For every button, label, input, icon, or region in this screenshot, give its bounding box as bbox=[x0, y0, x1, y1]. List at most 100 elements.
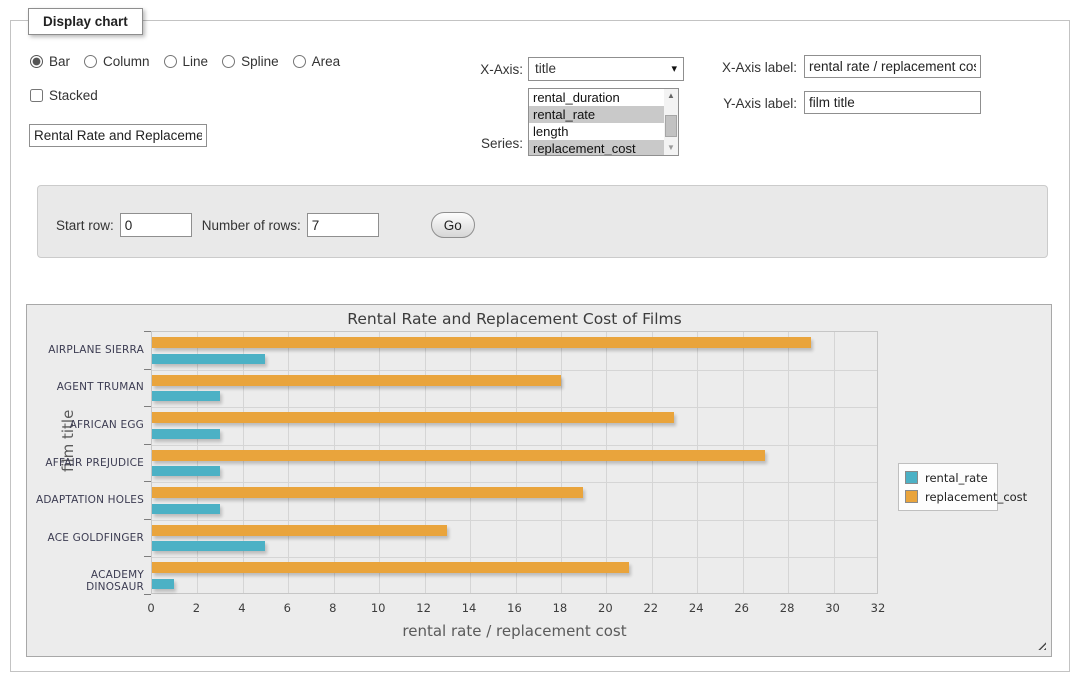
gridline bbox=[152, 370, 877, 371]
x-tick-label: 10 bbox=[358, 601, 398, 615]
gridline bbox=[743, 332, 744, 593]
resize-handle-icon[interactable] bbox=[1035, 639, 1046, 650]
x-tick-label: 6 bbox=[267, 601, 307, 615]
x-axis-label-field-label: X-Axis label: bbox=[702, 60, 797, 75]
gridline bbox=[561, 332, 562, 593]
gridline bbox=[152, 557, 877, 558]
chart-container: Rental Rate and Replacement Cost of Film… bbox=[26, 304, 1052, 657]
series-option-rental_rate[interactable]: rental_rate bbox=[529, 106, 678, 123]
x-tick-label: 30 bbox=[813, 601, 853, 615]
dropdown-arrow-icon: ▾ bbox=[671, 62, 677, 75]
x-tick-label: 32 bbox=[858, 601, 898, 615]
gridline bbox=[288, 332, 289, 593]
chart-type-radio-line[interactable] bbox=[164, 55, 177, 68]
chart-legend: rental_rate replacement_cost bbox=[898, 463, 998, 511]
chart-type-label: Area bbox=[312, 54, 341, 69]
series-option-replacement_cost[interactable]: replacement_cost bbox=[529, 140, 678, 156]
bar-replacement_cost bbox=[152, 450, 765, 461]
y-tick-mark bbox=[144, 331, 151, 332]
stacked-option: Stacked bbox=[30, 88, 98, 103]
chart-type-radio-spline[interactable] bbox=[222, 55, 235, 68]
y-tick-mark bbox=[144, 594, 151, 595]
start-row-label: Start row: bbox=[56, 218, 114, 233]
x-axis-select[interactable]: title ▾ bbox=[528, 57, 684, 81]
bar-rental_rate bbox=[152, 466, 220, 476]
go-button[interactable]: Go bbox=[431, 212, 475, 238]
bar-rental_rate bbox=[152, 429, 220, 439]
bar-replacement_cost bbox=[152, 525, 447, 536]
bar-rental_rate bbox=[152, 541, 265, 551]
x-tick-label: 0 bbox=[131, 601, 171, 615]
gridline bbox=[243, 332, 244, 593]
chart-type-radio-bar[interactable] bbox=[30, 55, 43, 68]
series-options: rental_durationrental_ratelengthreplacem… bbox=[529, 89, 678, 156]
bar-rental_rate bbox=[152, 391, 220, 401]
num-rows-input[interactable] bbox=[307, 213, 379, 237]
gridline bbox=[334, 332, 335, 593]
legend-label: replacement_cost bbox=[925, 490, 1027, 504]
scroll-up-icon[interactable]: ▲ bbox=[664, 89, 678, 103]
category-label: AIRPLANE SIERRA bbox=[32, 344, 144, 356]
y-tick-mark bbox=[144, 406, 151, 407]
scrollbar-thumb[interactable] bbox=[665, 115, 677, 137]
series-list-label: Series: bbox=[433, 136, 523, 151]
x-tick-label: 12 bbox=[404, 601, 444, 615]
category-label: AGENT TRUMAN bbox=[32, 381, 144, 393]
scroll-down-icon[interactable]: ▼ bbox=[664, 141, 678, 155]
y-tick-mark bbox=[144, 481, 151, 482]
stacked-checkbox[interactable] bbox=[30, 89, 43, 102]
category-label: ADAPTATION HOLES bbox=[32, 494, 144, 506]
y-tick-mark bbox=[144, 444, 151, 445]
series-option-length[interactable]: length bbox=[529, 123, 678, 140]
legend-swatch-replacement_cost bbox=[905, 490, 918, 503]
y-tick-mark bbox=[144, 519, 151, 520]
gridline bbox=[379, 332, 380, 593]
bar-rental_rate bbox=[152, 504, 220, 514]
gridline bbox=[652, 332, 653, 593]
x-tick-label: 16 bbox=[495, 601, 535, 615]
category-label: AFFAIR PREJUDICE bbox=[32, 457, 144, 469]
start-row-input[interactable] bbox=[120, 213, 192, 237]
plot-area bbox=[151, 331, 878, 594]
chart-type-label: Spline bbox=[241, 54, 279, 69]
num-rows-label: Number of rows: bbox=[202, 218, 301, 233]
y-axis-label-input[interactable] bbox=[804, 91, 981, 114]
x-tick-label: 14 bbox=[449, 601, 489, 615]
gridline bbox=[425, 332, 426, 593]
gridline bbox=[152, 520, 877, 521]
row-range-panel: Start row: Number of rows: Go bbox=[37, 185, 1048, 258]
bar-replacement_cost bbox=[152, 487, 583, 498]
chart-title-input[interactable] bbox=[29, 124, 207, 147]
gridline bbox=[788, 332, 789, 593]
legend-item: replacement_cost bbox=[905, 487, 991, 506]
bar-rental_rate bbox=[152, 354, 265, 364]
chart-type-radio-column[interactable] bbox=[84, 55, 97, 68]
gridline bbox=[152, 482, 877, 483]
y-axis-label-field-label: Y-Axis label: bbox=[702, 96, 797, 111]
gridline bbox=[470, 332, 471, 593]
chart-type-label: Column bbox=[103, 54, 150, 69]
gridline bbox=[197, 332, 198, 593]
bar-rental_rate bbox=[152, 579, 174, 589]
series-multiselect[interactable]: rental_durationrental_ratelengthreplacem… bbox=[528, 88, 679, 156]
chart-title: Rental Rate and Replacement Cost of Film… bbox=[151, 310, 878, 328]
x-axis-selected-value: title bbox=[535, 61, 556, 76]
bar-replacement_cost bbox=[152, 412, 674, 423]
bar-replacement_cost bbox=[152, 337, 811, 348]
x-axis-label-input[interactable] bbox=[804, 55, 981, 78]
legend-label: rental_rate bbox=[925, 471, 988, 485]
series-scrollbar[interactable]: ▲ ▼ bbox=[664, 89, 678, 155]
series-option-rental_duration[interactable]: rental_duration bbox=[529, 89, 678, 106]
y-tick-mark bbox=[144, 369, 151, 370]
stacked-label: Stacked bbox=[49, 88, 98, 103]
category-label: ACADEMY DINOSAUR bbox=[32, 569, 144, 593]
chart-type-label: Bar bbox=[49, 54, 70, 69]
chart-type-radio-area[interactable] bbox=[293, 55, 306, 68]
category-label: ACE GOLDFINGER bbox=[32, 532, 144, 544]
chart-type-radio-group: BarColumnLineSplineArea bbox=[30, 54, 348, 69]
x-tick-label: 18 bbox=[540, 601, 580, 615]
gridline bbox=[834, 332, 835, 593]
x-axis-title: rental rate / replacement cost bbox=[151, 622, 878, 640]
gridline bbox=[697, 332, 698, 593]
x-tick-label: 2 bbox=[176, 601, 216, 615]
